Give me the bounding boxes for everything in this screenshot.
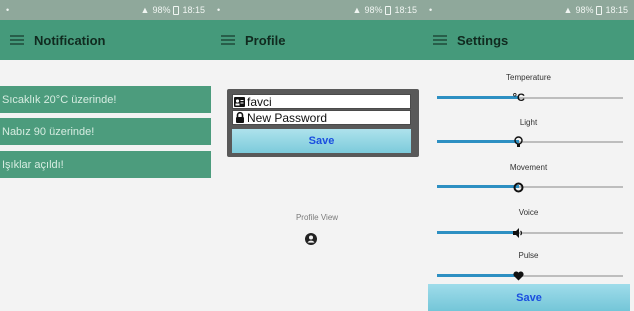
notification-dot-icon: • [217, 5, 221, 15]
app-bar: Settings [423, 20, 634, 60]
status-bar: • ▲ 98% 18:15 [211, 0, 423, 20]
page-title: Notification [34, 32, 106, 48]
circle-icon[interactable] [511, 179, 527, 195]
password-placeholder: New Password [247, 110, 328, 125]
notification-item[interactable]: Sıcaklık 20°C üzerinde! [0, 86, 219, 113]
settings-screen: • ▲ 98% 18:15 Settings [423, 0, 634, 311]
status-bar: • ▲ 98% 18:15 [0, 0, 211, 20]
id-card-icon [234, 96, 245, 107]
lightbulb-icon[interactable] [511, 134, 527, 150]
temperature-thumb[interactable]: °C [511, 90, 527, 106]
profile-save-button[interactable]: Save [232, 129, 411, 153]
menu-icon[interactable] [221, 35, 235, 45]
notification-dot-icon: • [429, 5, 433, 15]
pulse-label: Pulse [518, 251, 539, 260]
user-icon[interactable] [305, 232, 317, 245]
signal-icon: ▲ [140, 5, 150, 15]
light-slider[interactable] [437, 135, 623, 149]
movement-slider[interactable] [437, 180, 623, 194]
light-label: Light [519, 118, 538, 127]
status-time: 18:15 [394, 5, 417, 15]
signal-icon: ▲ [352, 5, 362, 15]
battery-percent: 98% [575, 5, 594, 15]
battery-percent: 98% [364, 5, 383, 15]
page-title: Profile [245, 32, 286, 48]
temperature-label: Temperature [506, 73, 551, 82]
movement-label: Movement [509, 163, 548, 172]
signal-icon: ▲ [563, 5, 573, 15]
app-bar: Notification [0, 20, 211, 60]
status-time: 18:15 [182, 5, 205, 15]
menu-icon[interactable] [433, 35, 447, 45]
menu-icon[interactable] [10, 35, 24, 45]
username-value: favci [247, 94, 272, 109]
notification-item[interactable]: Nabız 90 üzerinde! [0, 118, 219, 145]
battery-icon [596, 5, 603, 15]
status-bar: • ▲ 98% 18:15 [423, 0, 634, 20]
username-field[interactable]: favci [232, 94, 411, 109]
settings-save-button[interactable]: Save [428, 284, 630, 311]
battery-icon [385, 5, 392, 15]
page-title: Settings [457, 32, 509, 48]
voice-label: Voice [518, 208, 539, 217]
pulse-slider[interactable] [437, 269, 623, 283]
battery-percent: 98% [152, 5, 171, 15]
lock-icon [234, 112, 245, 123]
notification-dot-icon: • [6, 5, 10, 15]
heart-icon[interactable] [511, 268, 527, 284]
temperature-slider[interactable]: °C [437, 91, 623, 105]
profile-view-label: Profile View [295, 213, 339, 222]
voice-slider[interactable] [437, 226, 623, 240]
password-field[interactable]: New Password [232, 110, 411, 125]
battery-icon [173, 5, 180, 15]
app-bar: Profile [211, 20, 423, 60]
profile-form: favci New Password Save [227, 89, 419, 157]
status-time: 18:15 [605, 5, 628, 15]
speaker-icon[interactable] [511, 225, 527, 241]
notification-item[interactable]: Işıklar açıldı! [0, 151, 219, 178]
